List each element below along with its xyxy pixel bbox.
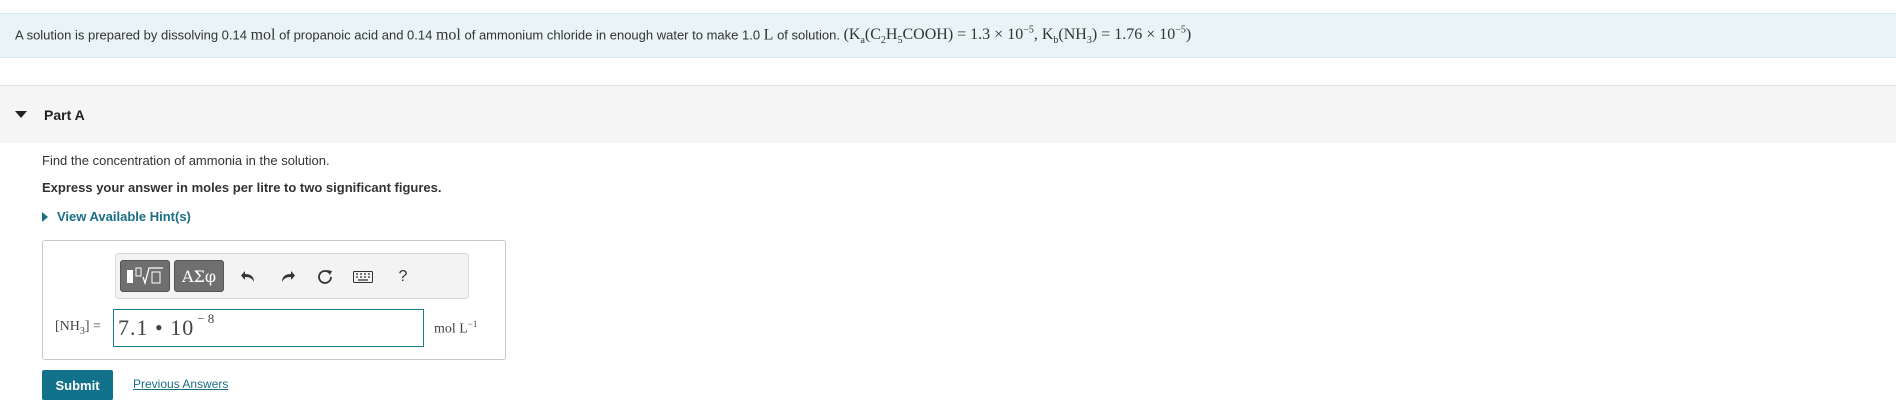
statement-unit: mol bbox=[435, 26, 461, 44]
eq-text: (K bbox=[843, 26, 861, 44]
view-hints-link[interactable]: View Available Hint(s) bbox=[42, 209, 191, 224]
answer-input[interactable]: 7.1 • 10 − 8 bbox=[113, 309, 424, 347]
eq-text: H bbox=[885, 26, 898, 44]
eq-text: ) = 1.76 × 10 bbox=[1091, 26, 1176, 44]
keyboard-icon[interactable] bbox=[352, 266, 374, 288]
eq-text: , K bbox=[1033, 26, 1054, 44]
problem-statement-text: A solution is prepared by dissolving 0.1… bbox=[15, 25, 1191, 47]
question-text: Find the concentration of ammonia in the… bbox=[42, 153, 330, 168]
eq-text: COOH) = 1.3 × 10 bbox=[902, 26, 1024, 44]
submit-button[interactable]: Submit bbox=[42, 370, 113, 400]
eq-text: (C bbox=[864, 26, 881, 44]
expand-caret-icon bbox=[42, 211, 48, 222]
answer-unit-exp: −1 bbox=[467, 319, 478, 329]
answer-value: 7.1 • 10 bbox=[118, 315, 195, 340]
undo-icon[interactable] bbox=[238, 266, 260, 288]
part-title: Part A bbox=[44, 106, 85, 123]
answer-label-text: [NH bbox=[55, 319, 80, 334]
statement-text-part: A solution is prepared by dissolving 0.1… bbox=[15, 27, 247, 43]
eq-sup: −5 bbox=[1023, 24, 1034, 36]
eq-text: (NH bbox=[1058, 26, 1087, 44]
answer-label-text: ] = bbox=[84, 319, 101, 334]
greek-symbols-button[interactable]: ΑΣφ bbox=[174, 260, 224, 292]
eq-sup: −5 bbox=[1175, 24, 1186, 36]
eq-text: ) bbox=[1185, 26, 1192, 44]
equilibrium-constants: (Ka(C2H5COOH) = 1.3 × 10−5, Kb(NH3) = 1.… bbox=[843, 24, 1192, 47]
statement-unit: mol bbox=[250, 26, 276, 44]
redo-icon[interactable] bbox=[276, 266, 298, 288]
statement-text-part: of solution. bbox=[777, 27, 840, 43]
answer-unit-text: mol L bbox=[434, 321, 468, 337]
part-a-header[interactable]: Part A bbox=[0, 85, 1896, 143]
previous-answers-link[interactable]: Previous Answers bbox=[133, 377, 228, 391]
hints-label: View Available Hint(s) bbox=[57, 209, 191, 224]
templates-icon bbox=[127, 267, 163, 286]
statement-text-part: of propanoic acid and 0.14 bbox=[279, 27, 433, 43]
math-toolbar: ΑΣφ ? bbox=[115, 253, 469, 299]
answer-exponent: − 8 bbox=[197, 311, 215, 326]
collapse-caret-icon[interactable] bbox=[15, 111, 27, 118]
reset-icon[interactable] bbox=[314, 266, 336, 288]
problem-statement: A solution is prepared by dissolving 0.1… bbox=[0, 13, 1896, 58]
statement-unit: L bbox=[763, 26, 774, 44]
answer-label: [NH3] = bbox=[55, 319, 101, 337]
templates-button[interactable] bbox=[120, 260, 170, 292]
instruction-text: Express your answer in moles per litre t… bbox=[42, 180, 442, 195]
answer-box: ΑΣφ ? [NH3] = 7.1 • 10 − 8 mol L−1 bbox=[42, 240, 506, 360]
statement-text-part: of ammonium chloride in enough water to … bbox=[464, 27, 761, 43]
help-icon[interactable]: ? bbox=[392, 266, 414, 288]
answer-unit: mol L−1 bbox=[434, 319, 477, 338]
